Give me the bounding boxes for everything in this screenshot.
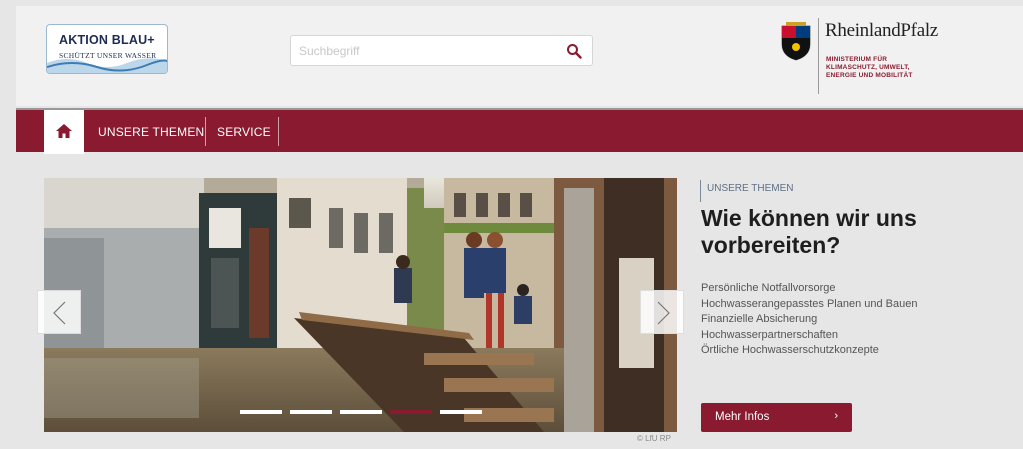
teaser-link[interactable]: Hochwasserpartnerschaften: [701, 328, 917, 344]
aktion-blau-logo[interactable]: AKTION BLAU+ SCHÜTZT UNSER WASSER: [46, 24, 168, 74]
teaser-headline: Wie können wir uns vorbereiten?: [701, 205, 917, 258]
ministry-line: MINISTERIUM FÜR: [826, 56, 888, 63]
nav-divider: [205, 117, 206, 146]
mehr-infos-label: Mehr Infos: [715, 411, 770, 423]
nav-item-unsere-themen[interactable]: UNSERE THEMEN: [98, 125, 204, 139]
nav-divider: [278, 117, 279, 146]
flood-street-image: [44, 178, 677, 432]
teaser-link[interactable]: Hochwasserangepasstes Planen und Bauen: [701, 297, 917, 313]
home-icon: [56, 124, 72, 138]
teaser-link[interactable]: Persönliche Notfallvorsorge: [701, 281, 917, 297]
aktion-blau-title: AKTION BLAU+: [59, 33, 155, 47]
teaser-kicker[interactable]: UNSERE THEMEN: [700, 180, 794, 202]
slider-dot[interactable]: [240, 410, 282, 414]
chevron-right-icon: ›: [834, 410, 838, 422]
rheinland-pfalz-logo[interactable]: RheinlandPfalz MINISTERIUM FÜR KLIMASCHU…: [780, 18, 1000, 98]
image-credit: © LfU RP: [637, 434, 671, 443]
wave-icon: [47, 58, 167, 73]
chevron-right-icon: [657, 301, 670, 325]
main-nav: UNSERE THEMEN SERVICE: [16, 108, 1023, 154]
teaser-link-list: Persönliche Notfallvorsorge Hochwasseran…: [701, 281, 917, 359]
logo-separator: [818, 18, 819, 94]
site-header: AKTION BLAU+ SCHÜTZT UNSER WASSER Rheinl…: [16, 6, 1023, 106]
slider-dot[interactable]: [290, 410, 332, 414]
slider-dot[interactable]: [340, 410, 382, 414]
slider-prev-button[interactable]: [37, 290, 81, 334]
nav-home[interactable]: [44, 110, 84, 154]
slider-dot[interactable]: [440, 410, 482, 414]
crest-icon: [781, 22, 811, 61]
slider-dot-active[interactable]: [390, 410, 432, 414]
mehr-infos-button[interactable]: Mehr Infos ›: [701, 403, 852, 432]
chevron-left-icon: [53, 301, 66, 325]
search-box: [290, 35, 593, 66]
slider-next-button[interactable]: [640, 290, 684, 334]
nav-item-service[interactable]: SERVICE: [217, 125, 271, 139]
ministry-line: KLIMASCHUTZ, UMWELT,: [826, 64, 910, 71]
rlp-name: RheinlandPfalz: [825, 20, 938, 41]
ministry-line: ENERGIE UND MOBILITÄT: [826, 72, 913, 79]
ministry-name: MINISTERIUM FÜR KLIMASCHUTZ, UMWELT, ENE…: [826, 56, 946, 80]
search-input[interactable]: [299, 42, 559, 60]
teaser-link[interactable]: Finanzielle Absicherung: [701, 312, 917, 328]
hero-slider[interactable]: [44, 178, 677, 432]
search-icon[interactable]: [566, 43, 582, 59]
teaser-link[interactable]: Örtliche Hochwasserschutzkonzepte: [701, 343, 917, 359]
